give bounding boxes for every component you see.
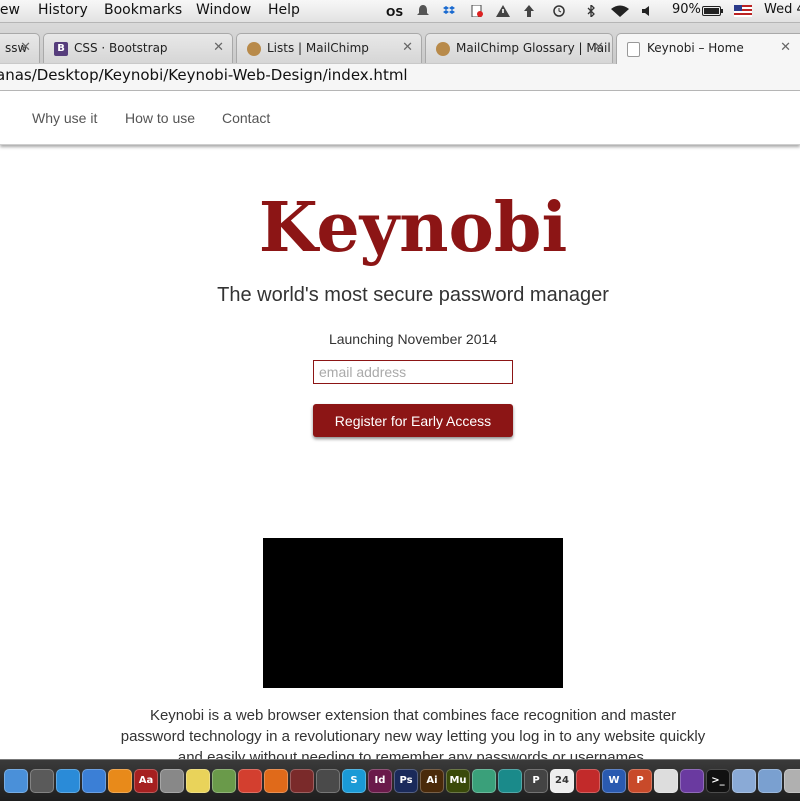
clock[interactable]: Wed 4: [764, 2, 800, 17]
documents-icon[interactable]: [732, 769, 756, 793]
photoshop-icon[interactable]: Ps: [394, 769, 418, 793]
word-icon[interactable]: W: [602, 769, 626, 793]
upload-icon[interactable]: [522, 5, 536, 17]
github-icon[interactable]: [680, 769, 704, 793]
video-player[interactable]: [263, 538, 563, 688]
tab-label: MailChimp Glossary | Mail: [456, 41, 611, 55]
tab-strip: ssw ✕ B CSS · Bootstrap ✕ Lists | MailCh…: [0, 23, 800, 64]
us-flag-icon[interactable]: [734, 5, 752, 17]
tab-keynobi-home[interactable]: Keynobi – Home ✕: [616, 33, 800, 64]
launch-date: Launching November 2014: [328, 331, 498, 347]
photo-booth-icon[interactable]: [290, 769, 314, 793]
email-input[interactable]: [313, 360, 513, 384]
tab-css-bootstrap[interactable]: B CSS · Bootstrap ✕: [43, 33, 233, 63]
trash-icon[interactable]: [784, 769, 800, 793]
menu-bar: iew History Bookmarks Window Help OS 90%…: [0, 0, 800, 23]
powerpoint-icon[interactable]: P: [628, 769, 652, 793]
nav-link-how-to-use[interactable]: How to use: [125, 110, 195, 126]
terminal-icon[interactable]: >_: [706, 769, 730, 793]
ibooks-icon[interactable]: [108, 769, 132, 793]
itunes-icon[interactable]: [82, 769, 106, 793]
skype-icon[interactable]: S: [342, 769, 366, 793]
finder-icon[interactable]: [4, 769, 28, 793]
image-capture-icon[interactable]: [160, 769, 184, 793]
menu-help[interactable]: Help: [268, 2, 300, 18]
mailchimp-favicon-icon: [247, 42, 261, 56]
textedit-icon[interactable]: [654, 769, 678, 793]
menu-bookmarks[interactable]: Bookmarks: [104, 2, 182, 18]
tab-label: Keynobi – Home: [647, 41, 744, 55]
close-icon[interactable]: ✕: [213, 40, 224, 55]
chrome-icon[interactable]: [238, 769, 262, 793]
dropbox-icon[interactable]: [442, 5, 456, 17]
muse-icon[interactable]: Mu: [446, 769, 470, 793]
menu-view[interactable]: iew: [0, 2, 20, 18]
illustrator-icon[interactable]: Ai: [420, 769, 444, 793]
nav-link-contact[interactable]: Contact: [222, 110, 270, 126]
address-bar[interactable]: anas/Desktop/Keynobi/Keynobi-Web-Design/…: [0, 66, 408, 84]
warning-icon[interactable]: [496, 5, 510, 17]
close-icon[interactable]: ✕: [20, 40, 31, 55]
indesign-icon[interactable]: Id: [368, 769, 392, 793]
svg-text:OS: OS: [386, 6, 403, 17]
hero-subtitle: The world's most secure password manager: [217, 284, 609, 306]
site-navbar: t Why use it How to use Contact: [0, 91, 800, 145]
bootstrap-favicon-icon: B: [54, 42, 68, 56]
close-icon[interactable]: ✕: [402, 40, 413, 55]
calendar-icon[interactable]: 24: [550, 769, 574, 793]
launchpad-icon[interactable]: [30, 769, 54, 793]
menu-window[interactable]: Window: [196, 2, 251, 18]
dock: Aa S Id Ps Ai Mu P 24 W P >_: [0, 759, 800, 801]
mailchimp-favicon-icon: [436, 42, 450, 56]
os-icon[interactable]: OS: [386, 5, 404, 17]
register-button[interactable]: Register for Early Access: [313, 404, 513, 437]
nav-link-why-use-it[interactable]: Why use it: [32, 110, 97, 126]
time-machine-icon[interactable]: [552, 5, 566, 17]
close-icon[interactable]: ✕: [593, 40, 604, 55]
battery-icon[interactable]: [702, 5, 724, 17]
tab-mailchimp-glossary[interactable]: MailChimp Glossary | Mail ✕: [425, 33, 613, 63]
downloads-folder-icon[interactable]: [758, 769, 782, 793]
hero-title: Keynobi: [258, 188, 568, 268]
firefox-icon[interactable]: [264, 769, 288, 793]
sourcetree-icon[interactable]: [472, 769, 496, 793]
arduino-icon[interactable]: [498, 769, 522, 793]
facetime-icon[interactable]: [316, 769, 340, 793]
dictionary-icon[interactable]: Aa: [134, 769, 158, 793]
preview-icon[interactable]: [212, 769, 236, 793]
bluetooth-icon[interactable]: [584, 5, 598, 17]
tab-label: Lists | MailChimp: [267, 41, 369, 55]
pocket-icon[interactable]: P: [524, 769, 548, 793]
volume-icon[interactable]: [640, 5, 654, 17]
wifi-icon[interactable]: [610, 5, 630, 17]
tab-passwords[interactable]: ssw ✕: [0, 33, 40, 63]
flashcard-icon[interactable]: [576, 769, 600, 793]
battery-percent[interactable]: 90%: [672, 2, 701, 17]
browser-toolbar: anas/Desktop/Keynobi/Keynobi-Web-Design/…: [0, 64, 800, 91]
tab-label: CSS · Bootstrap: [74, 41, 168, 55]
stickies-icon[interactable]: [186, 769, 210, 793]
app-store-icon[interactable]: [56, 769, 80, 793]
document-alert-icon[interactable]: [470, 5, 484, 17]
close-icon[interactable]: ✕: [780, 40, 791, 55]
notification-bell-icon[interactable]: [416, 5, 430, 17]
tab-lists-mailchimp[interactable]: Lists | MailChimp ✕: [236, 33, 422, 63]
page-favicon-icon: [627, 42, 640, 57]
menu-history[interactable]: History: [38, 2, 88, 18]
